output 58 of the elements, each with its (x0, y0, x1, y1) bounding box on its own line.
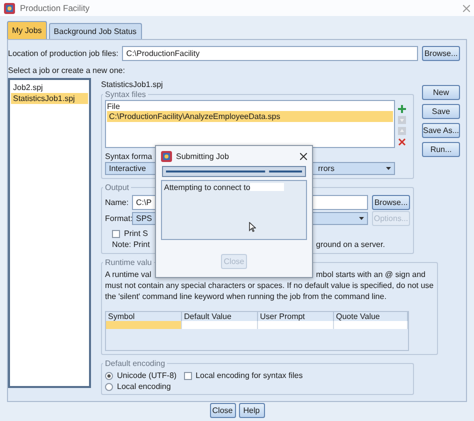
checkbox[interactable] (184, 372, 192, 380)
footer-button[interactable]: Help (238, 403, 264, 418)
app-icon (4, 2, 15, 14)
checkbox-label: Print S (124, 229, 148, 238)
paragraph-text: the 'silent' command line keyword when running the job from the command line. (105, 292, 388, 301)
field-label: Syntax forma (105, 152, 152, 160)
table-cell[interactable] (106, 321, 182, 329)
column-header[interactable]: Symbol (106, 312, 182, 321)
paragraph-text: must not contain any special characters or spaces. If no default value is specified, do not use (105, 281, 434, 290)
dropdown-icon (359, 217, 364, 220)
close-icon[interactable] (300, 152, 307, 160)
group-legend: Syntax files (103, 90, 148, 99)
tab[interactable]: My Jobs (7, 21, 47, 39)
group-legend: Runtime valu (103, 258, 154, 267)
list-header: File (107, 102, 120, 111)
radio-button[interactable] (105, 372, 113, 380)
dialog-title: Submitting Job (176, 152, 230, 160)
side-button[interactable]: Save As... (422, 123, 460, 138)
field-label: Location of production job files: (8, 49, 118, 58)
paragraph-text: A runtime val (105, 270, 152, 278)
radio-label: Unicode (UTF-8) (117, 371, 177, 380)
side-button[interactable]: Save (422, 104, 460, 119)
job-item[interactable]: StatisticsJob1.spj (11, 93, 88, 104)
status-message: Attempting to connect to (164, 183, 250, 192)
column-header[interactable]: Default Value (182, 312, 258, 321)
dropdown-icon (386, 167, 391, 170)
group-legend: Default encoding (103, 359, 168, 368)
table-cell[interactable] (182, 321, 258, 329)
section-label: Select a job or create a new one: (8, 66, 126, 75)
side-button[interactable]: New (422, 85, 460, 100)
note-text: Note: Print (112, 240, 151, 248)
browse-button[interactable]: Browse... (422, 46, 460, 61)
radio-label: Local encoding (117, 382, 171, 391)
delete-icon[interactable] (398, 138, 406, 146)
note-text: ground on a server. (316, 240, 386, 248)
window-title: Production Facility (20, 3, 90, 13)
table-cell[interactable] (334, 321, 408, 329)
browse-button[interactable]: Browse... (372, 195, 410, 210)
location-field[interactable]: C:\ProductionFacility (122, 46, 418, 61)
job-item[interactable]: Job2.spj (11, 82, 88, 93)
tab[interactable]: Background Job Status (48, 23, 142, 39)
paragraph-text: mbol starts with an @ sign and (316, 270, 427, 278)
column-header[interactable]: User Prompt (258, 312, 334, 321)
plus-icon[interactable] (398, 105, 406, 113)
radio-button[interactable] (105, 382, 113, 390)
group-legend: Output (103, 183, 132, 192)
mouse-pointer-icon (249, 222, 256, 232)
footer-button[interactable]: Close (210, 403, 236, 418)
table-cell[interactable] (258, 321, 334, 329)
checkbox[interactable] (112, 230, 120, 238)
field-label: Name: (105, 198, 128, 207)
checkbox-label: Local encoding for syntax files (196, 371, 303, 380)
app-icon (161, 150, 172, 162)
column-header[interactable]: Quote Value (334, 312, 408, 321)
job-title: StatisticsJob1.spj (101, 80, 164, 89)
syntax-item[interactable]: C:\ProductionFacility\AnalyzeEmployeeData.sps (107, 111, 393, 122)
side-button[interactable]: Run... (422, 142, 460, 157)
redacted-text (250, 183, 284, 191)
